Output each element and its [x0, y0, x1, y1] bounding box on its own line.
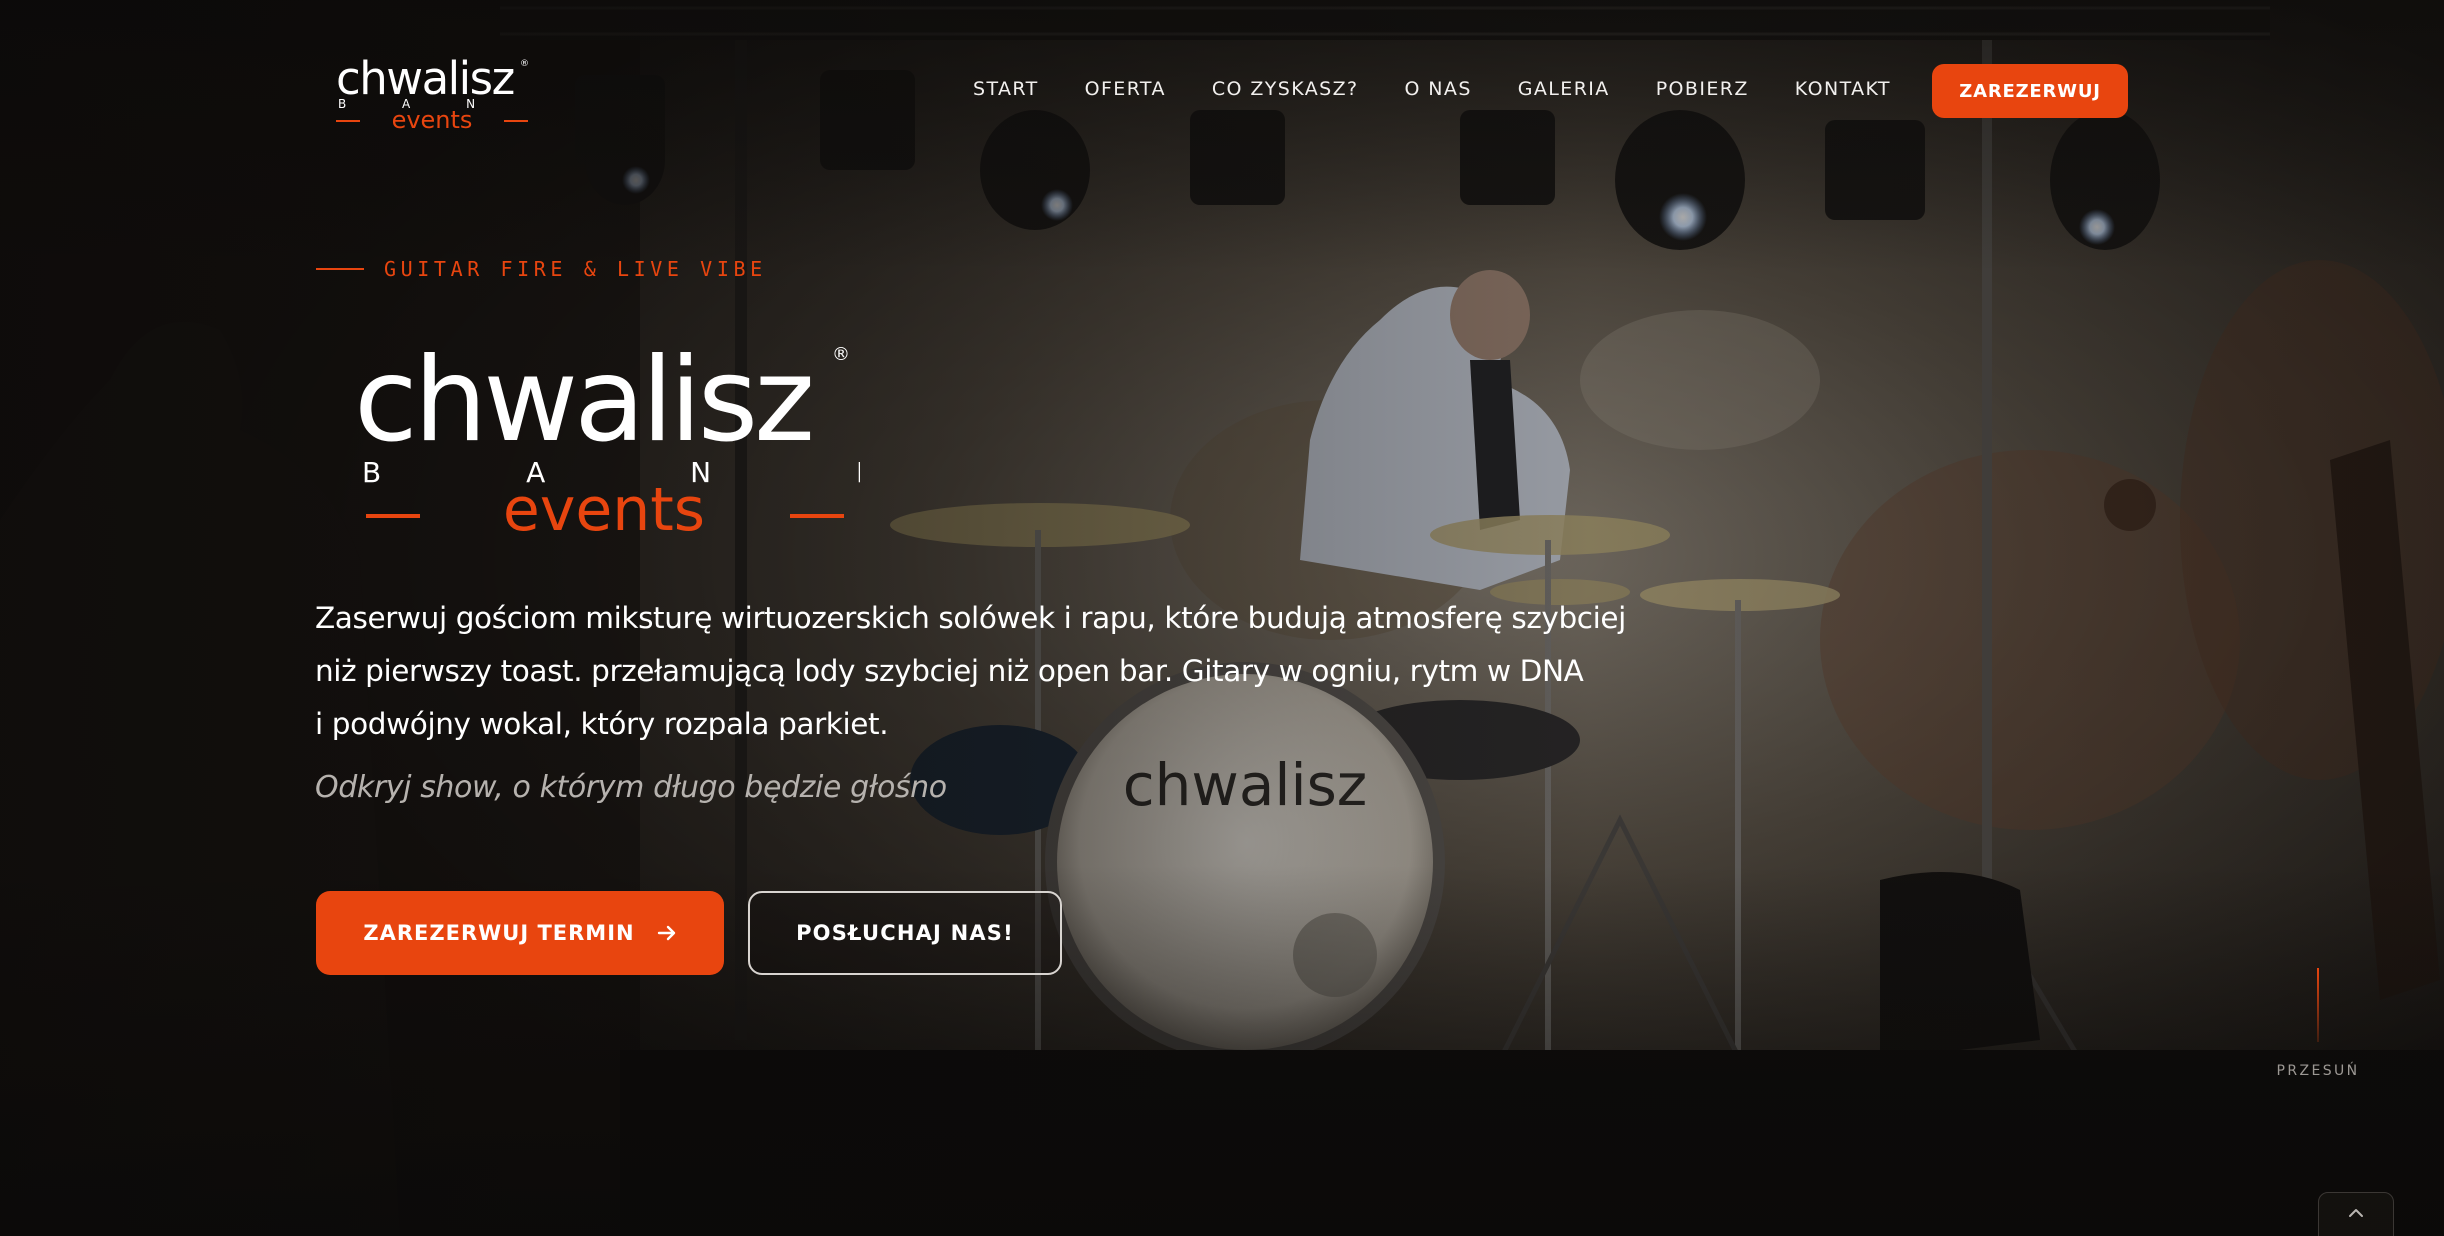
logo-registered: ®: [520, 59, 529, 69]
book-date-button[interactable]: ZAREZERWUJ TERMIN: [316, 891, 724, 975]
nav-co-zyskasz[interactable]: CO ZYSKASZ?: [1189, 76, 1382, 102]
site-logo[interactable]: chwalisz ® B A N D events: [332, 48, 532, 132]
hero-description-line: i podwójny wokal, który rozpala parkiet.: [315, 707, 889, 741]
chevron-up-icon: [2349, 1209, 2363, 1217]
listen-button[interactable]: POSŁUCHAJ NAS!: [748, 891, 1062, 975]
scroll-line: [2317, 968, 2319, 1042]
nav-oferta[interactable]: OFERTA: [1062, 76, 1189, 102]
hero-description-line: Zaserwuj gościom miksturę wirtuozerskich…: [315, 601, 1626, 635]
scroll-label: PRZESUŃ: [2276, 1063, 2360, 1079]
nav-o-nas[interactable]: O NAS: [1382, 76, 1495, 102]
hero-logo-events: events: [503, 475, 705, 545]
nav-kontakt[interactable]: KONTAKT: [1772, 76, 1914, 102]
main-nav: START OFERTA CO ZYSKASZ? O NAS GALERIA P…: [950, 76, 1914, 102]
arrow-right-icon: [657, 925, 675, 941]
hero-description-line: niż pierwszy toast. przełamującą lody sz…: [315, 654, 1584, 688]
site-header: chwalisz ® B A N D events START OFERTA C…: [0, 0, 2444, 180]
book-date-label: ZAREZERWUJ TERMIN: [363, 921, 635, 945]
hero-tagline: Odkryj show, o którym długo będzie głośn…: [315, 770, 947, 805]
hero-description: Zaserwuj gościom miksturę wirtuozerskich…: [315, 592, 1626, 751]
back-to-top-button[interactable]: [2318, 1192, 2394, 1236]
eyebrow-line: [316, 268, 364, 270]
hero-logo-name: chwalisz: [354, 336, 811, 468]
nav-pobierz[interactable]: POBIERZ: [1633, 76, 1772, 102]
eyebrow-text: GUITAR FIRE & LIVE VIBE: [384, 257, 767, 281]
logo-events: events: [392, 106, 473, 132]
hero-logo-registered: ®: [832, 344, 850, 365]
nav-start[interactable]: START: [950, 76, 1062, 102]
hero-eyebrow: GUITAR FIRE & LIVE VIBE: [316, 257, 767, 281]
hero-logo: chwalisz ® B A N D events: [354, 336, 860, 545]
nav-galeria[interactable]: GALERIA: [1495, 76, 1633, 102]
scroll-indicator[interactable]: PRZESUŃ: [2270, 968, 2366, 1088]
header-book-button[interactable]: ZAREZERWUJ: [1932, 64, 2128, 118]
